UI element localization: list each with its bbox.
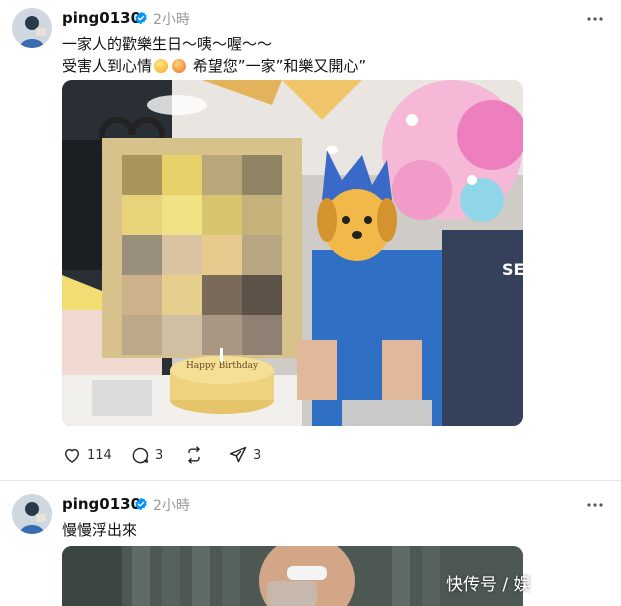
post-text-line-1: 一家人的歡樂生日～咦～喔～～ (62, 35, 273, 53)
comment-icon (132, 447, 149, 464)
share-icon (229, 446, 247, 463)
shirt-logo: SET (502, 260, 523, 279)
verified-badge-icon (135, 11, 147, 25)
watermark: 快传号 / 娱 (446, 575, 531, 595)
cake-text: Happy Birthday (186, 361, 259, 371)
repost-icon (188, 446, 200, 464)
more-options-icon[interactable] (585, 9, 605, 29)
share-count: 3 (253, 447, 262, 463)
comment-count: 3 (155, 447, 164, 463)
party-photo: Happy Birthday SET (62, 80, 523, 426)
username[interactable]: ping0130 (62, 9, 141, 27)
like-count: 114 (87, 447, 112, 463)
avatar-image (12, 8, 52, 48)
username[interactable]: ping0130 (62, 495, 141, 513)
pleading-face-emoji-icon (172, 59, 187, 73)
post-text-line-1: 慢慢浮出來 (62, 521, 138, 539)
timestamp: 2小時 (153, 12, 190, 28)
post-text-line-2-after: 希望您”一家”和樂又開心” (192, 57, 367, 75)
share-button[interactable]: 3 (228, 444, 261, 466)
comment-button[interactable]: 3 (130, 444, 163, 466)
avatar-image (12, 494, 52, 534)
more-options-icon[interactable] (585, 495, 605, 515)
post-photo[interactable]: Happy Birthday SET (62, 80, 523, 426)
timestamp: 2小時 (153, 498, 190, 514)
avatar[interactable] (12, 8, 52, 48)
like-button[interactable]: 114 (62, 444, 112, 466)
repost-button[interactable] (184, 444, 204, 466)
post-text-line-2: 受害人到心情 希望您”一家”和樂又開心” (62, 55, 366, 76)
post-1: ping0130 2小時 一家人的歡樂生日～咦～喔～～ 受害人到心情 希望您”一… (0, 0, 621, 481)
smiling-face-emoji-icon (154, 59, 169, 73)
verified-badge-icon (135, 497, 147, 511)
post-text-line-2-before: 受害人到心情 (62, 57, 153, 75)
avatar[interactable] (12, 494, 52, 534)
post-2: ping0130 2小時 慢慢浮出來 快传号 / 娱 (0, 481, 621, 606)
heart-icon (65, 448, 79, 463)
